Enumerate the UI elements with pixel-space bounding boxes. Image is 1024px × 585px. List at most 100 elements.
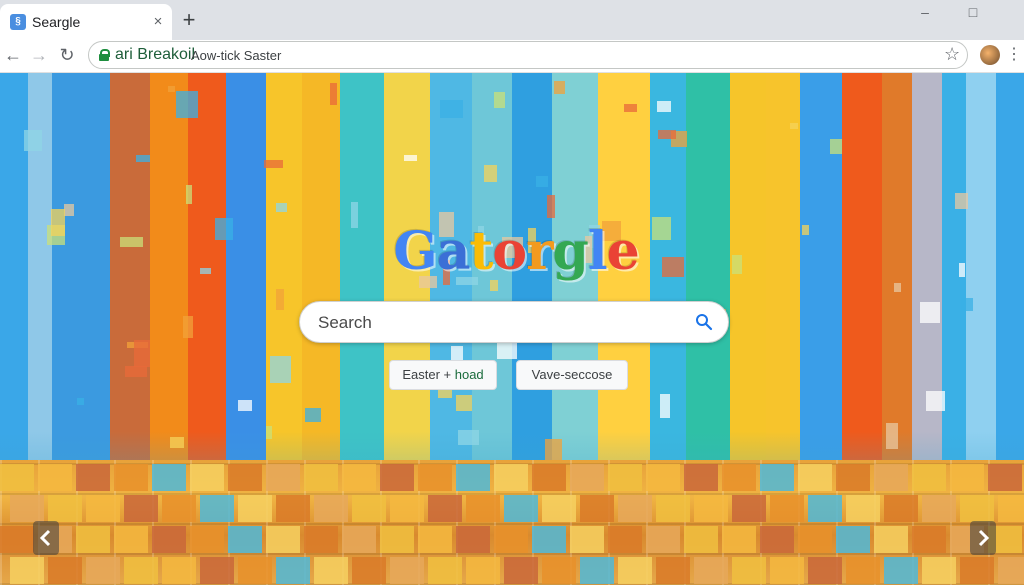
decor-square	[200, 268, 211, 274]
decor-square	[170, 437, 184, 448]
browser-tab[interactable]: § Seargle ×	[0, 4, 172, 40]
kebab-menu-icon[interactable]: ⋮	[1006, 44, 1022, 64]
floor-tile	[48, 557, 82, 584]
carousel-next-button[interactable]	[970, 521, 996, 555]
decor-square	[830, 139, 842, 154]
decor-square	[24, 130, 42, 151]
floor-tile	[200, 495, 234, 522]
floor-tile	[684, 526, 718, 553]
floor-tile	[304, 526, 338, 553]
floor-tile	[190, 526, 224, 553]
decor-square	[351, 202, 358, 228]
search-input[interactable]	[316, 308, 690, 338]
site-name: ari Breakoil	[115, 46, 196, 63]
decor-square	[456, 395, 472, 411]
floor-tile	[760, 464, 794, 491]
floor-tile	[380, 526, 414, 553]
decor-square	[732, 255, 742, 274]
decor-square	[120, 237, 143, 247]
floor-tile	[162, 495, 196, 522]
decor-square	[264, 160, 283, 168]
floor-tile	[342, 464, 376, 491]
floor-tile	[580, 495, 614, 522]
reload-button[interactable]: ↻	[54, 42, 80, 68]
logo-letter: e	[606, 221, 640, 282]
search-box[interactable]	[299, 301, 729, 343]
lock-icon[interactable]	[99, 49, 110, 61]
logo-letter: o	[492, 221, 527, 282]
floor-tile	[466, 557, 500, 584]
page-viewport: Gatorgle Easter + hoad Vave-seccose	[0, 73, 1024, 585]
magnifier-icon[interactable]	[695, 313, 713, 331]
floor-tile	[266, 464, 300, 491]
floor-tile	[304, 464, 338, 491]
decor-square	[305, 408, 321, 422]
floor-tile	[912, 464, 946, 491]
carousel-prev-button[interactable]	[33, 521, 59, 555]
floor-tile	[874, 526, 908, 553]
forward-button[interactable]: →	[26, 42, 52, 68]
logo-letter: r	[526, 221, 553, 282]
logo-letter: G	[393, 221, 437, 282]
maximize-button[interactable]: □	[958, 2, 988, 22]
new-tab-button[interactable]: +	[178, 9, 200, 32]
floor-tile	[494, 526, 528, 553]
floor-tile	[38, 464, 72, 491]
floor-tile	[238, 495, 272, 522]
floor-tile	[532, 464, 566, 491]
floor-tile	[722, 526, 756, 553]
decor-square	[404, 155, 417, 161]
floor-tile	[238, 557, 272, 584]
floor-tile	[428, 495, 462, 522]
decor-square	[136, 155, 150, 162]
floor-tile	[580, 557, 614, 584]
floor-tile	[114, 464, 148, 491]
floor-tile	[114, 526, 148, 553]
decor-square	[276, 203, 287, 212]
floor-tile	[988, 464, 1022, 491]
logo-letter: l	[587, 221, 608, 282]
profile-avatar[interactable]	[980, 45, 1000, 65]
back-button[interactable]: ←	[0, 42, 26, 68]
floor-tile	[884, 557, 918, 584]
floor-tile	[694, 495, 728, 522]
floor-tile	[314, 495, 348, 522]
chevron-right-icon	[978, 529, 990, 547]
address-bar[interactable]: ari Breakoil Aow-tick Saster ☆	[88, 41, 968, 69]
button-label-part-a: Easter +	[402, 367, 455, 382]
tab-close-button[interactable]: ×	[148, 12, 168, 32]
decor-square	[51, 209, 65, 236]
floor-tile	[342, 526, 376, 553]
easter-hoad-button[interactable]: Easter + hoad	[389, 360, 497, 390]
floor-tile	[0, 464, 34, 491]
logo-letter: a	[436, 221, 471, 282]
floor-tile	[646, 464, 680, 491]
floor-tile	[228, 526, 262, 553]
floor-tile	[884, 495, 918, 522]
decor-square	[920, 302, 940, 323]
decor-square	[658, 130, 676, 139]
floor-tile	[10, 495, 44, 522]
minimize-button[interactable]: –	[910, 2, 940, 22]
floor-tile	[732, 557, 766, 584]
decor-square	[662, 257, 684, 277]
floor-tile	[618, 557, 652, 584]
decor-square	[494, 92, 505, 108]
floor-tile	[542, 495, 576, 522]
floor-tile	[656, 557, 690, 584]
floor-tile	[722, 464, 756, 491]
floor-tile	[656, 495, 690, 522]
floor-tile	[808, 557, 842, 584]
decor-square	[657, 101, 671, 112]
decor-square	[125, 366, 147, 377]
bookmark-star-icon[interactable]: ☆	[944, 44, 960, 65]
url-text[interactable]: Aow-tick Saster	[191, 48, 281, 63]
floor-tile	[76, 464, 110, 491]
floor-tile	[846, 557, 880, 584]
floor-tile	[570, 526, 604, 553]
floor-tile	[960, 557, 994, 584]
floor-tile	[380, 464, 414, 491]
tab-title: Seargle	[32, 14, 81, 30]
floor-tile	[152, 526, 186, 553]
vave-seccose-button[interactable]: Vave-seccose	[516, 360, 628, 390]
